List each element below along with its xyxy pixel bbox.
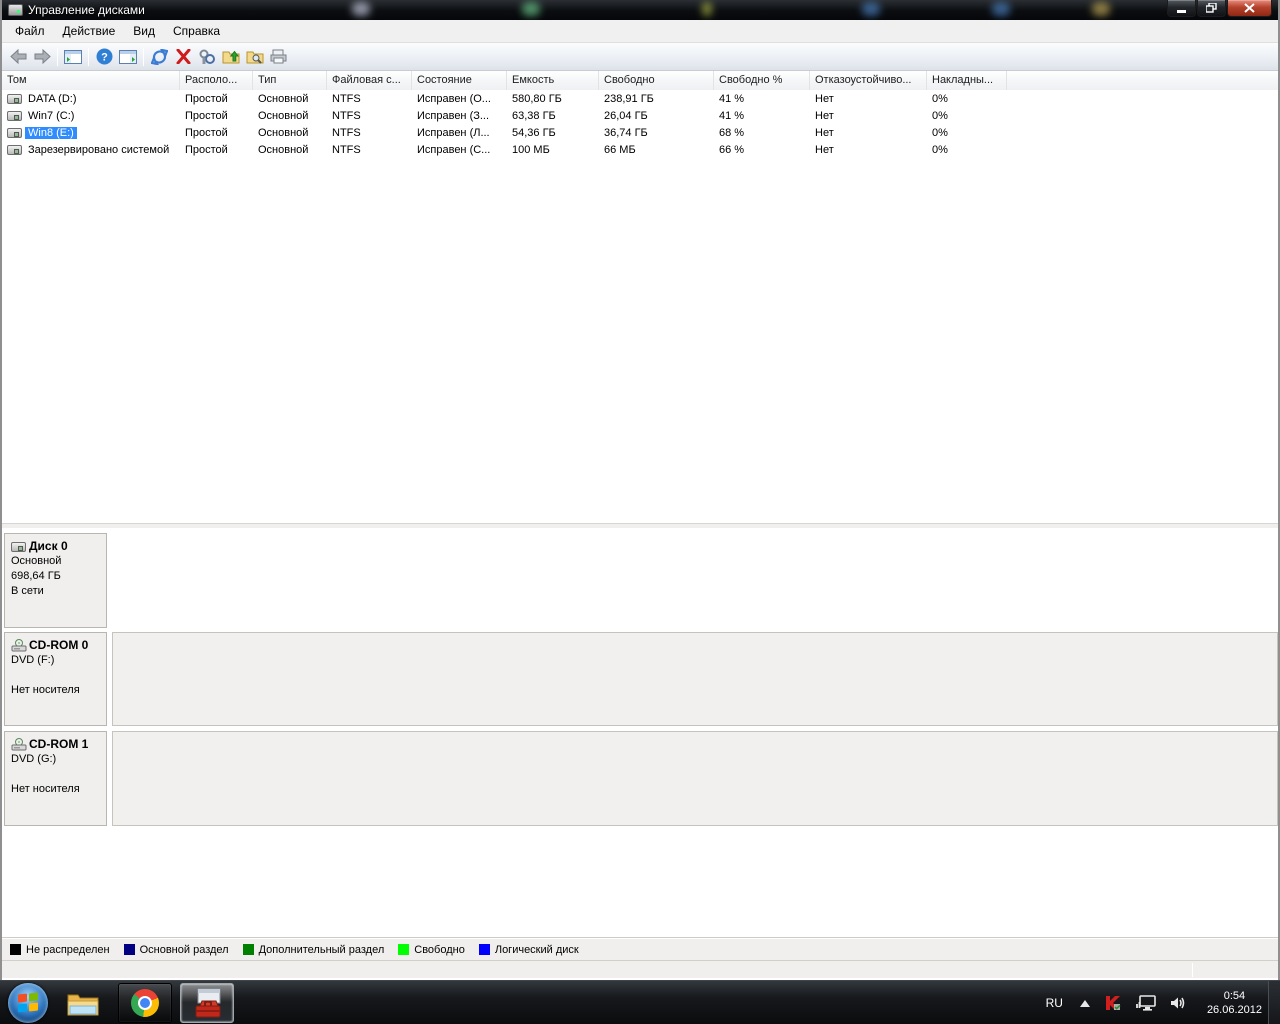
start-button[interactable] (8, 982, 48, 1023)
toolbar: ? (2, 43, 1278, 71)
menu-help[interactable]: Справка (164, 21, 229, 41)
folder-find-icon[interactable] (243, 46, 267, 68)
col-type[interactable]: Тип (253, 71, 327, 90)
col-fault[interactable]: Отказоустойчиво... (810, 71, 927, 90)
app-icon (8, 4, 23, 16)
show-desktop-button[interactable] (1268, 981, 1280, 1024)
legend-logical-drive: Логический диск (478, 944, 579, 956)
menu-file[interactable]: Файл (6, 21, 54, 41)
disk-management-window: Управление дисками Файл Действие Вид Спр… (0, 0, 1280, 980)
volume-icon (7, 127, 22, 138)
table-row[interactable]: DATA (D:) Простой Основной NTFS Исправен… (2, 90, 1278, 107)
cdrom1-status: Нет носителя (11, 783, 80, 795)
help-icon[interactable]: ? (92, 46, 116, 68)
explorer-icon (67, 994, 99, 1015)
col-free-pct[interactable]: Свободно % (714, 71, 810, 90)
network-tray-icon[interactable] (1136, 995, 1156, 1011)
legend-swatch (10, 944, 21, 955)
table-row-selected[interactable]: Win8 (E:) Простой Основной NTFS Исправен… (2, 124, 1278, 141)
toolbox-icon (195, 988, 221, 1017)
cdrom0-media-area[interactable] (112, 632, 1278, 726)
col-layout[interactable]: Располо... (180, 71, 253, 90)
action-pane-icon[interactable] (116, 46, 140, 68)
taskbar: RU 0:54 26.06.2012 (0, 980, 1280, 1024)
disk0-size: 698,64 ГБ (11, 570, 61, 582)
col-volume[interactable]: Том (2, 71, 180, 90)
svg-text:?: ? (101, 52, 108, 64)
delete-icon[interactable] (171, 46, 195, 68)
volume-icon (7, 144, 22, 155)
console-tree-icon[interactable] (61, 46, 85, 68)
disk0-status: В сети (11, 585, 44, 597)
graphical-view: Диск 0 Основной 698,64 ГБ В сети Зарезер… (2, 528, 1278, 938)
cdrom1-media-area[interactable] (112, 731, 1278, 826)
legend-primary-partition: Основной раздел (123, 944, 229, 956)
menu-action[interactable]: Действие (54, 21, 125, 41)
forward-icon[interactable] (30, 46, 54, 68)
volume-list: Том Располо... Тип Файловая с... Состоян… (2, 71, 1278, 523)
antivirus-tray-icon[interactable] (1104, 995, 1122, 1011)
cdrom-icon (11, 639, 27, 652)
disk-icon (11, 541, 26, 552)
col-status[interactable]: Состояние (412, 71, 507, 90)
table-row[interactable]: Зарезервировано системой Простой Основно… (2, 141, 1278, 158)
desktop: Управление дисками Файл Действие Вид Спр… (0, 0, 1280, 1024)
cdrom0-status: Нет носителя (11, 684, 80, 696)
disk0-type: Основной (11, 555, 62, 567)
legend-swatch (123, 944, 135, 955)
col-filler (1007, 71, 1278, 90)
system-tray: RU 0:54 26.06.2012 (1036, 981, 1266, 1024)
language-indicator[interactable]: RU (1036, 996, 1073, 1010)
col-fs[interactable]: Файловая с... (327, 71, 412, 90)
volume-icon (7, 110, 22, 121)
restore-button[interactable] (1197, 0, 1226, 17)
refresh-icon[interactable] (147, 46, 171, 68)
col-capacity[interactable]: Емкость (507, 71, 599, 90)
cdrom0-drive: DVD (F:) (11, 654, 55, 666)
col-free[interactable]: Свободно (599, 71, 714, 90)
legend-unallocated: Не распределен (10, 944, 110, 956)
window-title: Управление дисками (28, 3, 145, 17)
legend-swatch (478, 944, 490, 955)
cdrom0-label[interactable]: CD-ROM 0 DVD (F:) Нет носителя (4, 632, 107, 726)
volume-tray-icon[interactable] (1170, 995, 1188, 1011)
legend-bar: Не распределен Основной раздел Дополните… (2, 938, 1278, 960)
cdrom1-drive: DVD (G:) (11, 753, 57, 765)
legend-swatch (398, 944, 410, 955)
clock[interactable]: 0:54 26.06.2012 (1207, 989, 1262, 1017)
legend-extended-partition: Дополнительный раздел (242, 944, 384, 956)
tools-icon[interactable] (195, 46, 219, 68)
title-bar[interactable]: Управление дисками (2, 0, 1278, 20)
col-overhead[interactable]: Накладны... (927, 71, 1007, 90)
chrome-icon (131, 988, 159, 1017)
volume-list-header: Том Располо... Тип Файловая с... Состоян… (2, 71, 1278, 90)
clock-time: 0:54 (1223, 990, 1246, 1002)
folder-up-icon[interactable] (219, 46, 243, 68)
legend-free-space: Свободно (398, 944, 465, 956)
cdrom1-label[interactable]: CD-ROM 1 DVD (G:) Нет носителя (4, 731, 107, 826)
minimize-button[interactable] (1167, 0, 1196, 17)
back-icon[interactable] (6, 46, 30, 68)
chrome-taskbar-button[interactable] (118, 982, 172, 1023)
status-bar (2, 960, 1278, 978)
clock-date: 26.06.2012 (1206, 1004, 1262, 1016)
table-row[interactable]: Win7 (C:) Простой Основной NTFS Исправен… (2, 107, 1278, 124)
disk-management-taskbar-button[interactable] (180, 982, 234, 1023)
printer-icon[interactable] (267, 46, 291, 68)
hidden-icons-chevron[interactable] (1079, 999, 1090, 1007)
legend-swatch (242, 944, 254, 955)
menu-bar: Файл Действие Вид Справка (2, 20, 1278, 43)
menu-view[interactable]: Вид (124, 21, 164, 41)
cdrom-icon (11, 738, 27, 751)
volume-icon (7, 93, 22, 104)
close-button[interactable] (1227, 0, 1272, 17)
disk0-label[interactable]: Диск 0 Основной 698,64 ГБ В сети (4, 533, 107, 628)
explorer-taskbar-button[interactable] (56, 983, 110, 1023)
